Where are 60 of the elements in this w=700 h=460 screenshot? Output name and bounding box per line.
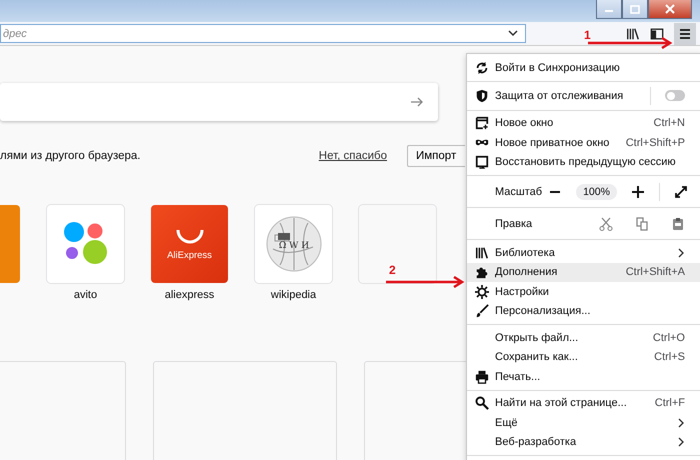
- library-icon[interactable]: [626, 26, 640, 40]
- scissors-icon[interactable]: [599, 216, 613, 230]
- menu-item[interactable]: Веб-разработка: [467, 432, 700, 452]
- sync-icon: [475, 60, 489, 75]
- plus-icon[interactable]: [630, 184, 645, 198]
- smile-arc-icon: [174, 228, 204, 246]
- site-tile[interactable]: Ω W И: [255, 205, 332, 283]
- decline-link[interactable]: Нет, спасибо: [318, 150, 387, 162]
- import-message: лями из другого браузера.: [0, 150, 140, 162]
- menu-label: Масштаб: [495, 186, 542, 198]
- sidebar-icon[interactable]: [650, 26, 664, 40]
- site-tile[interactable]: AliExpress: [151, 205, 228, 283]
- site-label: wikipedia: [270, 289, 316, 301]
- menu-icon: [678, 26, 692, 40]
- menu-item[interactable]: Новое приватное окно Ctrl+Shift+P: [467, 133, 700, 152]
- close-button[interactable]: [648, 0, 692, 19]
- menu-item[interactable]: Сохранить как... Ctrl+S: [467, 348, 700, 367]
- menu-label: Защита от отслеживания: [495, 90, 624, 102]
- maximize-button[interactable]: [622, 0, 648, 19]
- site-label: avito: [74, 289, 98, 301]
- printer-icon: [475, 370, 489, 384]
- menu-button[interactable]: [674, 22, 696, 44]
- globe-puzzle-icon: Ω W И: [264, 215, 322, 273]
- search-icon: [475, 396, 489, 410]
- menu-item[interactable]: Настройки: [467, 282, 700, 302]
- restore-window-icon: [475, 155, 489, 170]
- logo-text: AliExpress: [167, 250, 212, 260]
- menu-item[interactable]: Новое окно Ctrl+N: [467, 114, 700, 133]
- puzzle-icon: [475, 265, 489, 280]
- import-button[interactable]: Импорт: [407, 145, 465, 167]
- fullscreen-icon[interactable]: [674, 184, 688, 198]
- new-window-icon: [475, 116, 489, 130]
- site-tile[interactable]: [47, 205, 124, 283]
- menu-item[interactable]: Ещё: [467, 413, 700, 432]
- library-icon: [475, 246, 489, 260]
- address-field[interactable]: дрес: [0, 24, 526, 43]
- minimize-button[interactable]: [596, 0, 622, 19]
- empty-tile[interactable]: [359, 205, 436, 283]
- close-icon: [665, 4, 675, 14]
- copy-icon[interactable]: [635, 216, 649, 230]
- zoom-level[interactable]: 100%: [576, 184, 617, 200]
- menu-item[interactable]: Восстановить предыдущую сессию: [467, 152, 700, 172]
- menu-item[interactable]: Печать...: [467, 367, 700, 386]
- annotation-number: 2: [389, 263, 396, 277]
- toggle-switch[interactable]: [665, 90, 685, 101]
- site-label: aliexpress: [164, 289, 214, 301]
- shield-icon: [475, 88, 489, 102]
- menu-item[interactable]: Найти на этой странице... Ctrl+F: [467, 394, 700, 413]
- gear-icon: [475, 284, 489, 299]
- menu-item[interactable]: Открыть файл... Ctrl+O: [467, 328, 700, 348]
- menu-item[interactable]: Библиотека: [467, 243, 700, 262]
- annotation-number: 1: [584, 28, 591, 42]
- menu-item[interactable]: Войти в Синхронизацию: [467, 58, 700, 78]
- menu-item[interactable]: Дополнения Ctrl+Shift+A: [467, 262, 700, 282]
- maximize-icon: [630, 4, 640, 14]
- brush-icon: [475, 304, 489, 318]
- arrow-right-icon: [410, 95, 424, 109]
- menu-item[interactable]: Персонализация...: [467, 302, 700, 321]
- clipboard-icon[interactable]: [671, 216, 685, 230]
- menu-label: Правка: [495, 218, 532, 230]
